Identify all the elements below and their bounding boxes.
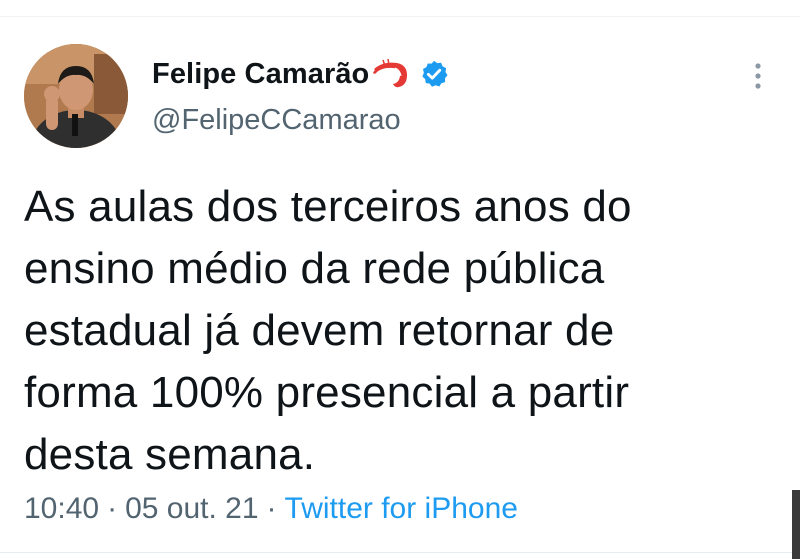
scrollbar[interactable] xyxy=(792,490,800,559)
bottom-divider xyxy=(0,552,800,553)
author-name-row[interactable]: Felipe Camarão xyxy=(152,54,449,94)
tweet-page: Felipe Camarão @FelipeCCamarao As aulas … xyxy=(0,0,800,559)
tweet-meta: 10:40 · 05 out. 21 · Twitter for iPhone xyxy=(24,492,518,526)
avatar[interactable] xyxy=(24,44,128,148)
tweet-text: As aulas dos terceiros anos do ensino mé… xyxy=(24,182,632,479)
author-display-name[interactable]: Felipe Camarão xyxy=(152,58,369,91)
author-handle[interactable]: @FelipeCCamarao xyxy=(152,104,401,137)
tweet-time[interactable]: 10:40 xyxy=(24,492,99,526)
verified-badge-icon xyxy=(419,59,449,89)
tweet-date[interactable]: 05 out. 21 xyxy=(125,492,258,526)
meta-separator-2: · xyxy=(266,492,277,525)
meta-separator: · xyxy=(107,492,118,525)
more-vertical-icon[interactable] xyxy=(748,58,768,94)
shrimp-icon xyxy=(371,57,411,91)
avatar-image xyxy=(24,44,128,148)
top-divider xyxy=(0,16,800,17)
tweet-source-link[interactable]: Twitter for iPhone xyxy=(285,492,518,526)
